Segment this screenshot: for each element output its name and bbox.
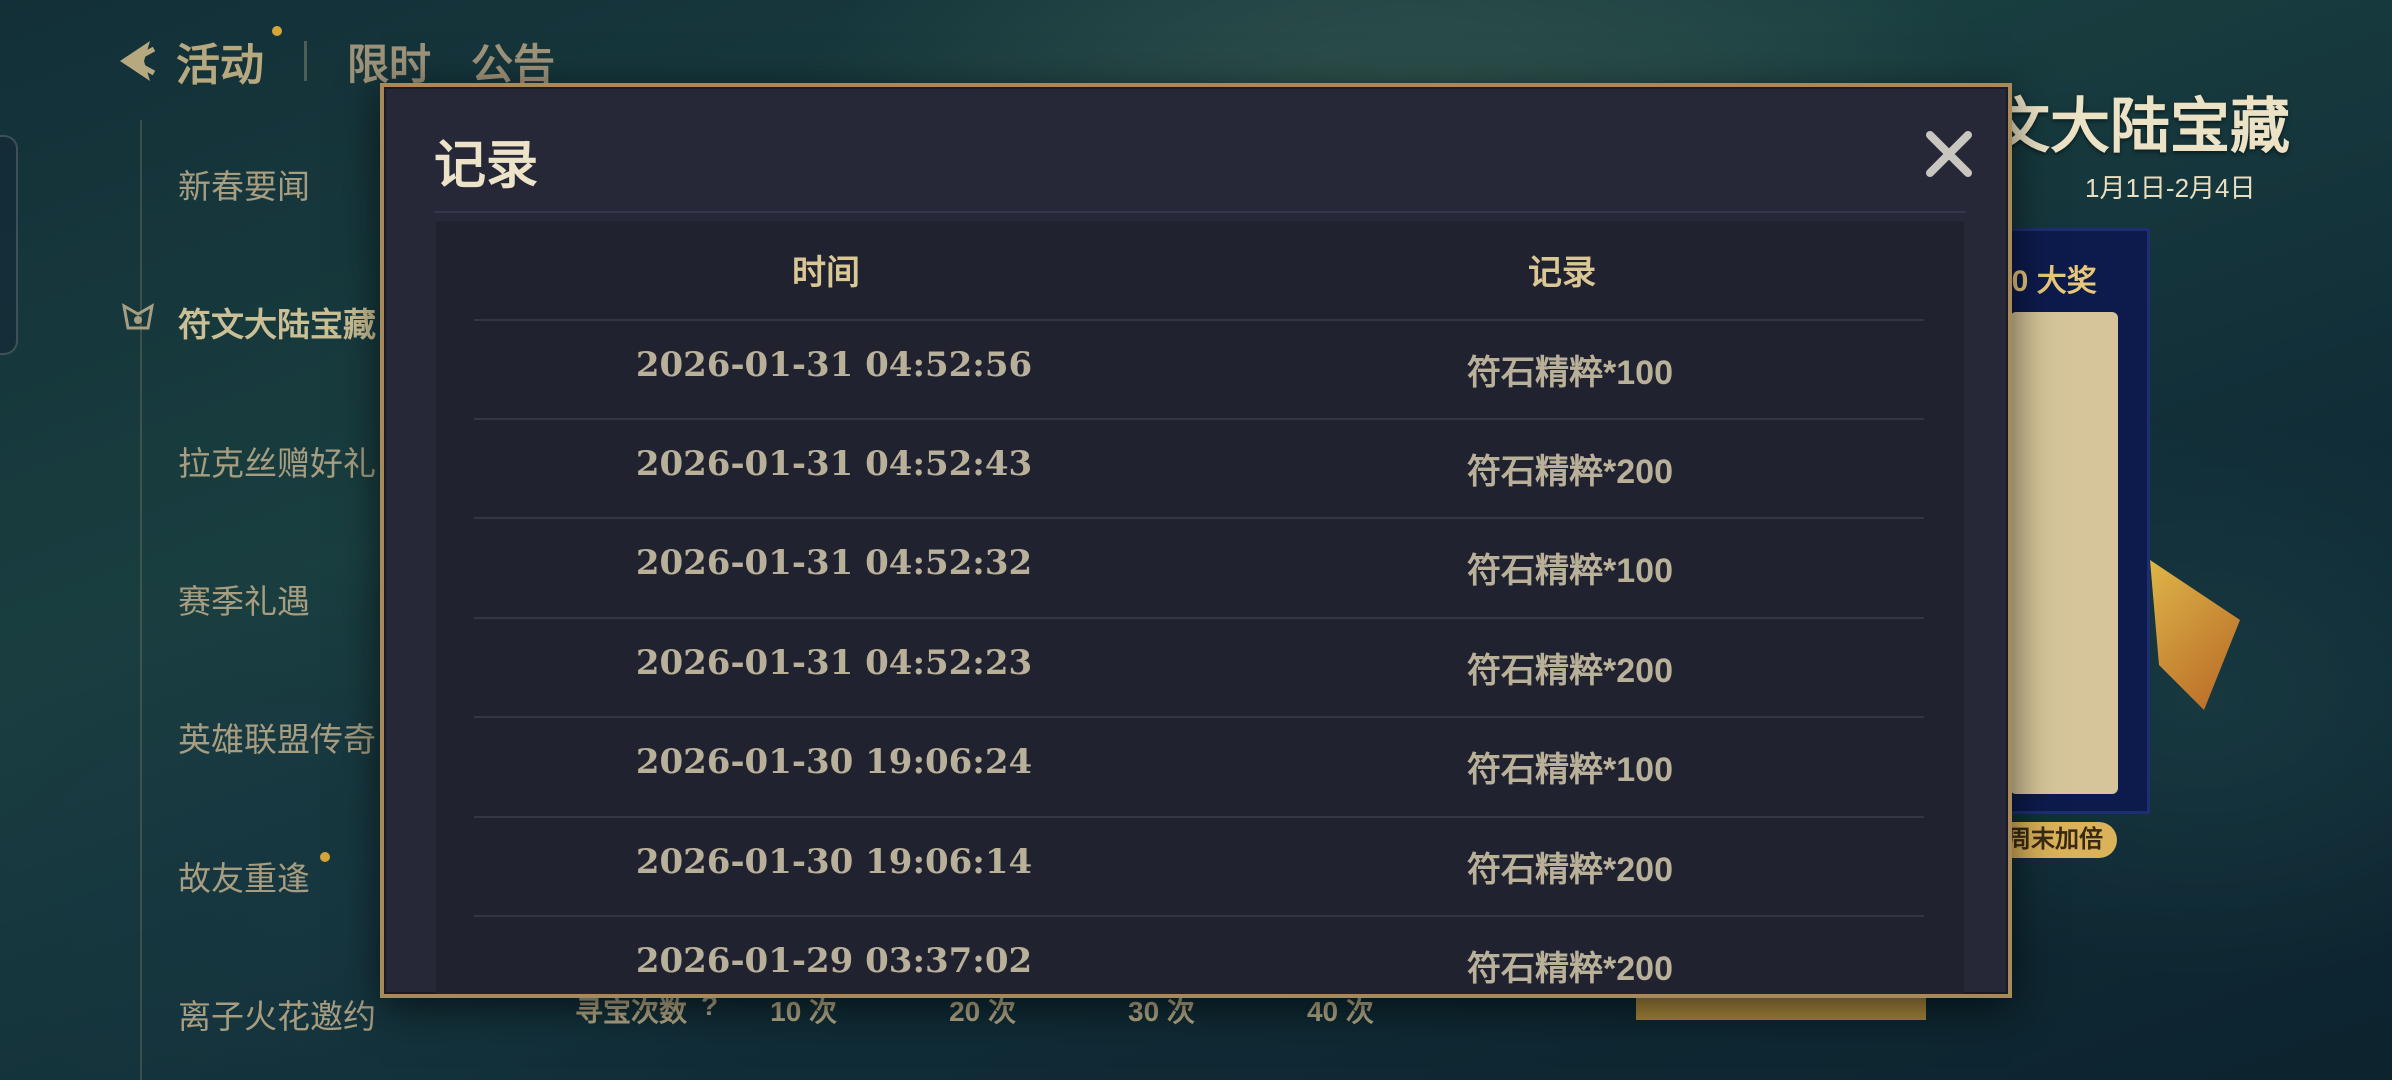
table-row: 2026-01-31 04:52:32 符石精粹*100 [474, 517, 1924, 616]
row-record: 符石精粹*100 [1467, 751, 1673, 789]
sidebar-item-new-year[interactable]: 新春要闻 [178, 160, 310, 208]
page-title: 活动 [176, 41, 264, 90]
row-time: 2026-01-29 03:37:02 [635, 941, 1033, 981]
row-record: 符石精粹*200 [1467, 453, 1673, 491]
record-modal: 记录 时间 记录 2026-01-31 04:52:56 符石精粹*100 20… [380, 83, 2012, 998]
nav-divider [304, 41, 307, 81]
event-date: 1月1日-2月4日 [2085, 173, 2256, 203]
table-row: 2026-01-29 03:37:02 符石精粹*200 [474, 915, 1924, 994]
modal-title: 记录 [434, 137, 539, 195]
back-arrow-icon [120, 41, 156, 81]
row-record: 符石精粹*100 [1467, 354, 1673, 392]
row-record: 符石精粹*200 [1467, 851, 1673, 889]
sidebar-item-season-rewards[interactable]: 赛季礼遇 [178, 575, 310, 623]
row-time: 2026-01-30 19:06:24 [635, 742, 1033, 782]
row-record: 符石精粹*100 [1467, 552, 1673, 590]
row-time: 2026-01-30 19:06:14 [635, 842, 1033, 882]
column-header-record: 记录 [1528, 254, 1596, 292]
event-title: 文大陆宝藏 [1990, 93, 2290, 160]
sidebar-item-lux-gift[interactable]: 拉克丝赠好礼 [178, 437, 376, 485]
row-time: 2026-01-31 04:52:56 [635, 345, 1033, 385]
row-record: 符石精粹*200 [1467, 950, 1673, 988]
table-row: 2026-01-30 19:06:14 符石精粹*200 [474, 816, 1924, 915]
table-row: 2026-01-31 04:52:43 符石精粹*200 [474, 418, 1924, 517]
table-header: 时间 记录 [436, 221, 1964, 319]
column-header-time: 时间 [792, 254, 860, 292]
back-button[interactable]: 活动 [110, 29, 264, 93]
sidebar-item-ion-spark-invite[interactable]: 离子火花邀约 [178, 990, 376, 1038]
row-time: 2026-01-31 04:52:43 [635, 444, 1033, 484]
sidebar-divider [140, 120, 142, 1080]
row-time: 2026-01-31 04:52:23 [635, 643, 1033, 683]
sidebar-item-lol-legends[interactable]: 英雄联盟传奇 [178, 713, 376, 761]
table-row: 2026-01-31 04:52:23 符石精粹*200 [474, 617, 1924, 716]
side-drawer-handle[interactable] [0, 135, 18, 355]
weekend-badge: 周末加倍 [1995, 822, 2117, 858]
notification-dot [320, 852, 330, 862]
close-icon[interactable] [1920, 125, 1978, 183]
row-time: 2026-01-31 04:52:32 [635, 543, 1033, 583]
table-row: 2026-01-31 04:52:56 符石精粹*100 [474, 319, 1924, 418]
sidebar-active-icon [121, 303, 155, 330]
notification-dot [272, 26, 282, 36]
record-table[interactable]: 时间 记录 2026-01-31 04:52:56 符石精粹*100 2026-… [436, 221, 1964, 994]
table-row: 2026-01-30 19:06:24 符石精粹*100 [474, 716, 1924, 815]
sidebar-item-old-friends[interactable]: 故友重逢 [178, 852, 310, 900]
row-record: 符石精粹*200 [1467, 652, 1673, 690]
modal-divider [434, 211, 1966, 213]
prize-card [2010, 312, 2118, 794]
sidebar-item-runeterra-treasure[interactable]: 符文大陆宝藏 [178, 298, 376, 346]
